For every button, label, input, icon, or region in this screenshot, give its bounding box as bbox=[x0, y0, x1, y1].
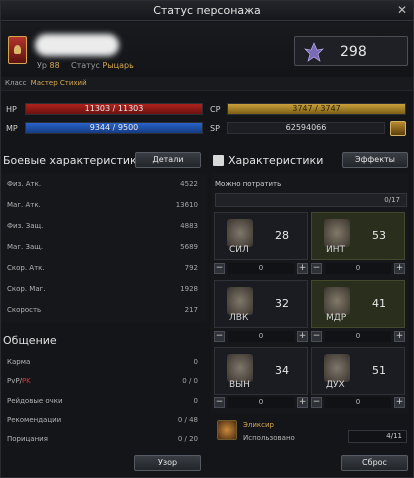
strength-icon bbox=[227, 219, 253, 247]
social-row: Карма 0 bbox=[7, 358, 198, 366]
social-title: Общение bbox=[3, 334, 57, 347]
mentality-icon bbox=[324, 354, 350, 382]
social-row: Рекомендации 0 / 48 bbox=[7, 416, 198, 424]
mp-bar: 9344 / 9500 bbox=[25, 122, 203, 134]
clan-crest-icon bbox=[8, 36, 27, 64]
title-bar[interactable]: Статус персонажа ✕ bbox=[1, 1, 413, 21]
close-icon[interactable]: ✕ bbox=[397, 3, 407, 17]
class-label: Класс bbox=[5, 79, 27, 87]
sp-value: 62594066 bbox=[227, 122, 385, 134]
stats-title: Характеристики bbox=[228, 154, 324, 167]
details-button[interactable]: Детали bbox=[135, 152, 201, 168]
decrease-button[interactable]: − bbox=[311, 331, 322, 342]
window-title: Статус персонажа bbox=[153, 4, 261, 17]
points-value: 298 bbox=[340, 44, 367, 60]
available-points-box: 0/17 bbox=[215, 193, 407, 207]
reset-button[interactable]: Сброс bbox=[341, 455, 408, 471]
stat-row: Маг. Атк. 13610 bbox=[7, 201, 198, 209]
stat-cell-int: ИНТ 53 bbox=[311, 212, 405, 260]
wit-stepper: −0 + bbox=[311, 331, 405, 342]
men-stepper: −0 + bbox=[311, 397, 405, 408]
increase-button[interactable]: + bbox=[297, 263, 308, 274]
pk-label: PK bbox=[21, 377, 31, 385]
sp-scroll-icon[interactable] bbox=[390, 121, 406, 136]
wisdom-icon bbox=[324, 287, 350, 315]
social-row: PvP/PK 0 / 0 bbox=[7, 377, 198, 385]
level-value: 88 bbox=[49, 61, 60, 70]
hp-bar: 11303 / 11303 bbox=[25, 103, 203, 115]
increase-button[interactable]: + bbox=[297, 397, 308, 408]
decrease-button[interactable]: − bbox=[214, 397, 225, 408]
effects-button[interactable]: Эффекты bbox=[342, 152, 408, 168]
elixir-title: Эликсир bbox=[243, 421, 274, 429]
dexterity-icon bbox=[227, 287, 253, 315]
emblem-icon bbox=[304, 42, 324, 62]
stat-row: Скор. Атк. 792 bbox=[7, 264, 198, 272]
stat-row: Физ. Атк. 4522 bbox=[7, 180, 198, 188]
sp-label: SP bbox=[210, 124, 220, 133]
elixir-used-value: 4/11 bbox=[348, 430, 407, 443]
hp-label: HP bbox=[6, 105, 17, 114]
rank-value: Рыцарь bbox=[102, 61, 134, 70]
stat-cell-dex: ЛВК 32 bbox=[214, 280, 308, 328]
class-value: Мастер Стихий bbox=[30, 79, 87, 87]
increase-button[interactable]: + bbox=[394, 263, 405, 274]
decrease-button[interactable]: − bbox=[311, 397, 322, 408]
view-button[interactable]: Узор bbox=[134, 455, 201, 471]
level-info: Ур 88 bbox=[37, 61, 60, 70]
stats-title-icon bbox=[213, 155, 224, 166]
stat-cell-wit: МДР 41 bbox=[311, 280, 405, 328]
cp-bar: 3747 / 3747 bbox=[227, 103, 406, 115]
increase-button[interactable]: + bbox=[394, 331, 405, 342]
rank-info: Статус Рыцарь bbox=[71, 61, 134, 70]
elixir-used-label: Использовано bbox=[243, 434, 295, 442]
cp-label: CP bbox=[210, 105, 221, 114]
stat-row: Физ. Защ. 4883 bbox=[7, 222, 198, 230]
str-stepper: −0 + bbox=[214, 263, 308, 274]
mp-label: MP bbox=[6, 124, 18, 133]
character-name-redacted bbox=[35, 34, 119, 56]
stat-row: Маг. Защ. 5689 bbox=[7, 243, 198, 251]
combat-stats-title: Боевые характеристики bbox=[3, 154, 144, 167]
skill-points-box: 298 bbox=[294, 36, 408, 66]
character-status-window: Статус персонажа ✕ Ур 88 Статус Рыцарь 2… bbox=[0, 0, 414, 478]
available-points-label: Можно потратить bbox=[215, 180, 282, 188]
con-stepper: −0 + bbox=[214, 397, 308, 408]
increase-button[interactable]: + bbox=[297, 331, 308, 342]
class-row: Класс Мастер Стихий bbox=[1, 77, 413, 91]
intelligence-icon bbox=[324, 219, 350, 247]
social-row: Порицания 0 / 20 bbox=[7, 435, 198, 443]
decrease-button[interactable]: − bbox=[214, 263, 225, 274]
stat-cell-men: ДУХ 51 bbox=[311, 347, 405, 395]
increase-button[interactable]: + bbox=[394, 397, 405, 408]
int-stepper: −0 + bbox=[311, 263, 405, 274]
stat-cell-con: ВЫН 34 bbox=[214, 347, 308, 395]
social-row: Рейдовые очки 0 bbox=[7, 397, 198, 405]
decrease-button[interactable]: − bbox=[311, 263, 322, 274]
decrease-button[interactable]: − bbox=[214, 331, 225, 342]
constitution-icon bbox=[227, 354, 253, 382]
stat-row: Скорость 217 bbox=[7, 306, 198, 314]
elixir-icon[interactable] bbox=[217, 420, 237, 440]
stat-cell-str: СИЛ 28 bbox=[214, 212, 308, 260]
stat-row: Скор. Маг. 1928 bbox=[7, 285, 198, 293]
dex-stepper: −0 + bbox=[214, 331, 308, 342]
